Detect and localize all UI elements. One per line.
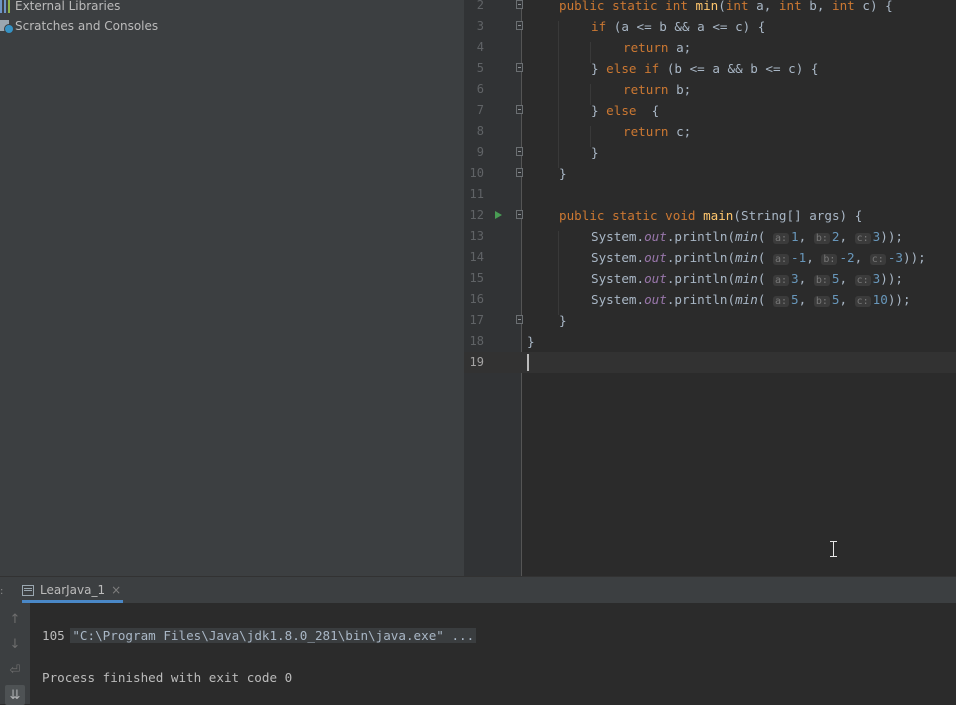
code-line[interactable]: 11 xyxy=(464,184,956,205)
console-command[interactable]: "C:\Program Files\Java\jdk1.8.0_281\bin\… xyxy=(70,628,477,643)
code-text: } else if (b <= a && b <= c) { xyxy=(591,61,819,76)
param-hint: a: xyxy=(773,233,790,244)
line-number: 11 xyxy=(469,187,484,201)
code-line[interactable]: 9 } xyxy=(464,142,956,163)
fold-marker-icon[interactable] xyxy=(516,0,523,9)
run-tab[interactable]: LearJava_1 × xyxy=(18,577,129,603)
code-line[interactable]: 4 return a; xyxy=(464,37,956,58)
fold-marker-icon[interactable] xyxy=(516,105,523,114)
run-config-icon xyxy=(22,584,34,596)
code-text: } xyxy=(527,334,535,349)
run-console[interactable]: ↑ ↓ ⏎ ⇊ "C:\Program Files\Java\jdk1.8.0_… xyxy=(0,603,956,705)
param-hint: a: xyxy=(773,275,790,286)
code-text: return c; xyxy=(623,124,692,139)
fold-marker-icon[interactable] xyxy=(516,63,523,72)
param-hint: c: xyxy=(854,296,871,307)
code-line[interactable]: 13 System.out.println(min( a: 1, b: 2, c: 3… xyxy=(464,226,956,247)
code-line[interactable]: 16 System.out.println(min( a: 5, b: 5, c: 1… xyxy=(464,289,956,310)
line-number: 8 xyxy=(476,124,484,138)
code-text: return a; xyxy=(623,40,692,55)
line-number: 4 xyxy=(476,40,484,54)
console-exit-message: Process finished with exit code 0 xyxy=(42,670,293,685)
code-line[interactable]: 2 public static int min(int a, int b, in… xyxy=(464,0,956,16)
code-line[interactable]: 18 } xyxy=(464,331,956,352)
tree-item-label: External Libraries xyxy=(15,0,121,13)
code-line[interactable]: 15 System.out.println(min( a: 3, b: 5, c: 3… xyxy=(464,268,956,289)
code-text: } xyxy=(559,166,567,181)
ibeam-cursor-icon xyxy=(830,541,838,557)
code-text: System.out.println(min( a: 3, b: 5, c: 3)); xyxy=(591,271,904,286)
code-line[interactable]: 7 } else { xyxy=(464,100,956,121)
code-text: System.out.println(min( a: 5, b: 5, c: 10))… xyxy=(591,292,911,307)
line-number: 18 xyxy=(469,334,484,348)
param-hint: c: xyxy=(869,254,886,265)
code-line[interactable]: 14 System.out.println(min( a: -1, b: -2, c… xyxy=(464,247,956,268)
param-hint: a: xyxy=(773,254,790,265)
param-hint: c: xyxy=(854,233,871,244)
code-line[interactable]: 8 return c; xyxy=(464,121,956,142)
code-line[interactable]: 10 } xyxy=(464,163,956,184)
code-line[interactable]: 17 } xyxy=(464,310,956,331)
text-caret xyxy=(527,354,529,371)
param-hint: b: xyxy=(821,254,838,265)
console-output: 105 xyxy=(42,628,65,643)
line-number: 6 xyxy=(476,82,484,96)
tree-item-scratches-and-consoles[interactable]: Scratches and Consoles xyxy=(0,16,158,36)
line-number: 16 xyxy=(469,292,484,306)
code-line[interactable]: 6 return b; xyxy=(464,79,956,100)
code-text: if (a <= b && a <= c) { xyxy=(591,19,766,34)
param-hint: b: xyxy=(813,275,830,286)
code-text: public static void main(String[] args) { xyxy=(559,208,863,223)
soft-wrap-icon[interactable]: ⏎ xyxy=(5,660,25,680)
param-hint: c: xyxy=(854,275,871,286)
line-number: 13 xyxy=(469,229,484,243)
code-text: return b; xyxy=(623,82,692,97)
param-hint: a: xyxy=(773,296,790,307)
line-number: 17 xyxy=(469,313,484,327)
run-gutter-icon[interactable] xyxy=(495,211,502,219)
line-number: 10 xyxy=(469,166,484,180)
close-icon[interactable]: × xyxy=(111,583,121,597)
tree-item-label: Scratches and Consoles xyxy=(15,19,159,33)
arrow-down-icon[interactable]: ↓ xyxy=(5,634,25,654)
run-tab-label: LearJava_1 xyxy=(40,583,106,597)
scratches-icon xyxy=(0,19,14,34)
line-number: 5 xyxy=(476,61,484,75)
line-number: 19 xyxy=(469,355,484,369)
param-hint: b: xyxy=(813,233,830,244)
code-line-current[interactable]: 19 xyxy=(464,352,956,373)
code-line[interactable]: 3 if (a <= b && a <= c) { xyxy=(464,16,956,37)
console-line: "C:\Program Files\Java\jdk1.8.0_281\bin\… xyxy=(42,604,477,667)
arrow-up-icon[interactable]: ↑ xyxy=(5,609,25,629)
fold-marker-icon[interactable] xyxy=(516,210,523,219)
scroll-to-end-icon[interactable]: ⇊ xyxy=(5,685,25,705)
code-text: System.out.println(min( a: -1, b: -2, c: -3… xyxy=(591,250,926,265)
console-toolbar: ↑ ↓ ⏎ ⇊ xyxy=(0,603,30,705)
code-text: } xyxy=(591,145,599,160)
code-text: } else { xyxy=(591,103,660,118)
code-editor[interactable]: 2 public static int min(int a, int b, in… xyxy=(464,0,956,576)
param-hint: b: xyxy=(813,296,830,307)
run-tool-window-tabs: : LearJava_1 × xyxy=(0,576,956,603)
fold-marker-icon[interactable] xyxy=(516,21,523,30)
line-number: 3 xyxy=(476,19,484,33)
code-text: } xyxy=(559,313,567,328)
line-number: 15 xyxy=(469,271,484,285)
fold-marker-icon[interactable] xyxy=(516,147,523,156)
library-icon xyxy=(0,0,14,13)
line-number: 2 xyxy=(476,0,484,12)
line-number: 7 xyxy=(476,103,484,117)
code-line[interactable]: 5 } else if (b <= a && b <= c) { xyxy=(464,58,956,79)
line-number: 14 xyxy=(469,250,484,264)
fold-marker-icon[interactable] xyxy=(516,315,523,324)
tree-item-external-libraries[interactable]: External Libraries xyxy=(0,0,120,16)
code-line[interactable]: 12 public static void main(String[] args… xyxy=(464,205,956,226)
line-number: 9 xyxy=(476,145,484,159)
code-text: public static int min(int a, int b, int … xyxy=(559,0,893,13)
line-number: 12 xyxy=(469,208,484,222)
run-label-fragment: : xyxy=(0,586,4,597)
code-text: System.out.println(min( a: 1, b: 2, c: 3)); xyxy=(591,229,904,244)
fold-marker-icon[interactable] xyxy=(516,168,523,177)
project-tree-panel: External Libraries Scratches and Console… xyxy=(0,0,464,576)
